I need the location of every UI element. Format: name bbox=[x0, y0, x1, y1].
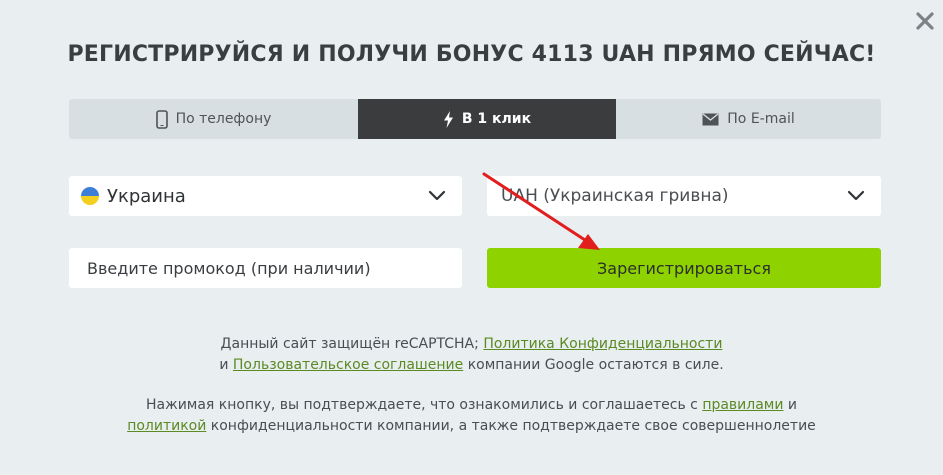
tab-label: По E-mail bbox=[727, 111, 795, 127]
tab-email[interactable]: По E-mail bbox=[616, 99, 881, 139]
chevron-down-icon bbox=[428, 190, 446, 201]
consent-text: Нажимая кнопку, вы подтверждаете, что оз… bbox=[145, 397, 698, 413]
privacy-policy-link[interactable]: Политика Конфиденциальности bbox=[483, 336, 722, 352]
envelope-icon bbox=[702, 112, 719, 126]
tab-label: По телефону bbox=[175, 111, 272, 127]
consent-text-2: конфиденциальности компании, а также под… bbox=[210, 418, 816, 434]
tab-phone[interactable]: По телефону bbox=[69, 99, 358, 139]
recaptcha-notice: Данный сайт защищён reCAPTCHA; Политика … bbox=[0, 334, 943, 376]
tab-one-click[interactable]: В 1 клик bbox=[358, 99, 616, 139]
recaptcha-text: Данный сайт защищён reCAPTCHA; bbox=[220, 336, 479, 352]
currency-select[interactable]: UAH (Украинская гривна) bbox=[487, 176, 881, 216]
currency-value: UAH (Украинская гривна) bbox=[501, 186, 729, 206]
page-title: РЕГИСТРИРУЙСЯ И ПОЛУЧИ БОНУС 4113 UAH ПР… bbox=[67, 42, 876, 67]
lightning-icon bbox=[443, 110, 454, 128]
recaptcha-text-2: компании Google остаются в силе. bbox=[467, 357, 724, 373]
country-select[interactable]: Украина bbox=[69, 176, 462, 216]
conjunction-text: и bbox=[219, 357, 229, 373]
chevron-down-icon bbox=[847, 190, 865, 201]
ukraine-flag-icon bbox=[81, 187, 99, 205]
country-value: Украина bbox=[107, 185, 186, 207]
registration-tabs: По телефону В 1 клик По E-mail bbox=[69, 99, 881, 139]
register-button[interactable]: Зарегистрироваться bbox=[487, 248, 881, 288]
close-icon[interactable] bbox=[914, 10, 936, 32]
rules-link[interactable]: правилами bbox=[702, 397, 783, 413]
phone-icon bbox=[155, 109, 168, 129]
promo-code-input[interactable] bbox=[69, 248, 462, 288]
tab-label: В 1 клик bbox=[461, 111, 532, 127]
terms-link[interactable]: Пользовательское соглашение bbox=[233, 357, 463, 373]
conjunction-text: и bbox=[787, 397, 798, 413]
privacy-link[interactable]: политикой bbox=[127, 418, 206, 434]
consent-notice: Нажимая кнопку, вы подтверждаете, что оз… bbox=[0, 395, 943, 437]
